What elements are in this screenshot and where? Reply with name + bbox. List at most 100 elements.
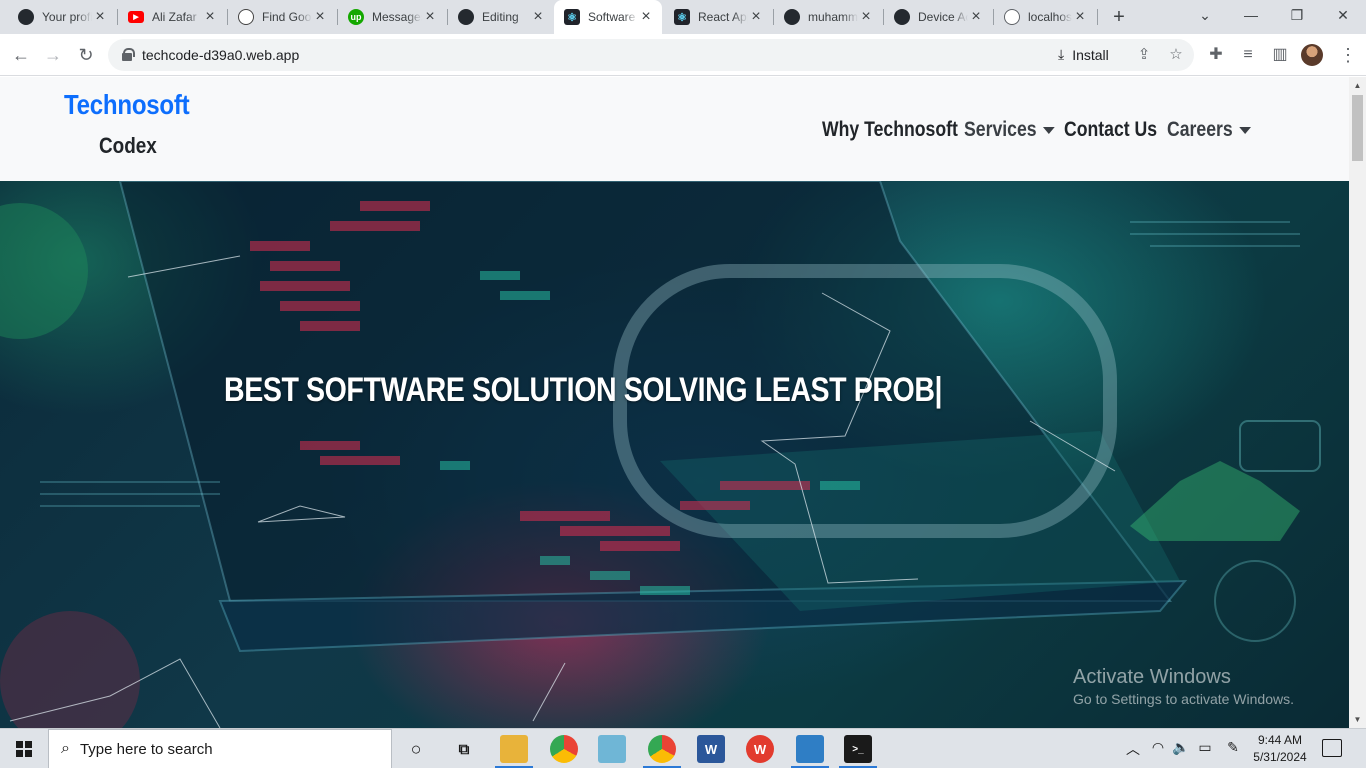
wps-office-icon[interactable]: W — [746, 735, 774, 763]
tab-title: Ali Zafar — [152, 10, 197, 24]
nav-why-technosoft[interactable]: Why Technosoft — [822, 117, 958, 143]
clock-date: 5/31/2024 — [1253, 750, 1307, 764]
chrome-icon[interactable] — [550, 735, 578, 763]
close-tab-icon[interactable]: × — [968, 9, 984, 25]
reload-button[interactable]: ↻ — [73, 42, 99, 68]
nav-label: Contact Us — [1064, 118, 1158, 141]
notepad-icon[interactable] — [598, 735, 626, 763]
scroll-down-arrow-icon[interactable]: ▼ — [1349, 711, 1366, 728]
caret-down-icon — [1043, 126, 1056, 134]
extensions-icon[interactable]: ✚ — [1205, 44, 1227, 66]
watermark-title: Activate Windows — [1073, 666, 1231, 688]
pen-icon[interactable]: ✎ — [1224, 739, 1242, 756]
scroll-up-arrow-icon[interactable]: ▲ — [1349, 77, 1366, 94]
page-scrollbar[interactable]: ▲ ▼ — [1349, 77, 1366, 728]
close-tab-icon[interactable]: × — [638, 9, 654, 25]
nav-label: Careers — [1167, 118, 1233, 141]
taskbar-search-box[interactable]: ⌕ Type here to search — [48, 729, 392, 768]
tab-title: React App — [698, 10, 748, 24]
word-icon[interactable]: W — [697, 735, 725, 763]
file-explorer-icon[interactable] — [500, 735, 528, 763]
url-text[interactable]: techcode-d39a0.web.app — [142, 47, 299, 63]
new-tab-button[interactable]: + — [1108, 6, 1130, 28]
page-viewport: Technosoft Codex Why Technosoft Services… — [0, 77, 1349, 728]
close-tab-icon[interactable]: × — [422, 9, 438, 25]
nav-careers-dropdown[interactable]: Careers — [1167, 117, 1252, 143]
tab-separator — [1097, 9, 1098, 25]
close-tab-icon[interactable]: × — [858, 9, 874, 25]
forward-button[interactable]: → — [40, 42, 66, 68]
side-panel-icon[interactable]: ▥ — [1269, 44, 1291, 66]
browser-tab[interactable]: ▶ Ali Zafar × — [118, 0, 226, 34]
close-tab-icon[interactable]: × — [312, 9, 328, 25]
close-tab-icon[interactable]: × — [748, 9, 764, 25]
clock-time: 9:44 AM — [1257, 733, 1303, 747]
github-icon — [894, 9, 910, 25]
cortana-icon[interactable]: ○ — [402, 735, 430, 763]
volume-icon[interactable]: 🔈 — [1172, 739, 1190, 756]
browser-tab[interactable]: Find Good × — [228, 0, 336, 34]
scrollbar-thumb[interactable] — [1352, 95, 1363, 161]
react-icon: ⚛ — [564, 9, 580, 25]
browser-menu-icon[interactable]: ⋮ — [1339, 44, 1357, 66]
brand-logo-primary[interactable]: Technosoft — [64, 89, 190, 121]
install-app-button[interactable]: ⤓ Install — [1058, 46, 1109, 63]
close-tab-icon[interactable]: × — [92, 9, 108, 25]
show-hidden-icons-chevron-icon[interactable]: ︿ — [1124, 739, 1142, 759]
close-tab-icon[interactable]: × — [1072, 9, 1088, 25]
nav-label: Why Technosoft — [822, 118, 958, 141]
minimize-button[interactable]: — — [1228, 0, 1274, 30]
wifi-icon[interactable]: ◠ — [1149, 739, 1167, 756]
close-tab-icon[interactable]: × — [202, 9, 218, 25]
caret-down-icon — [1239, 126, 1252, 134]
close-window-button[interactable]: ✕ — [1320, 0, 1366, 30]
tab-search-icon[interactable]: ⌄ — [1182, 0, 1228, 30]
share-icon[interactable]: ⇪ — [1134, 45, 1154, 65]
close-tab-icon[interactable]: × — [530, 9, 546, 25]
back-button[interactable]: ← — [8, 42, 34, 68]
nav-services-dropdown[interactable]: Services — [964, 117, 1056, 143]
control-panel-icon[interactable] — [796, 735, 824, 763]
brand-logo-secondary[interactable]: Codex — [99, 133, 157, 159]
start-button[interactable] — [0, 729, 48, 768]
address-bar[interactable]: techcode-d39a0.web.app ⤓ Install ⇪ ☆ — [108, 39, 1194, 71]
browser-tab-strip: Your profile × ▶ Ali Zafar × Find Good ×… — [0, 0, 1366, 34]
hero-background-art — [0, 181, 1321, 728]
profile-avatar[interactable] — [1301, 44, 1323, 66]
media-queue-icon[interactable]: ≡ — [1237, 44, 1259, 66]
bookmark-star-icon[interactable]: ☆ — [1166, 45, 1186, 65]
upwork-icon: up — [348, 9, 364, 25]
browser-tab[interactable]: up Messages × — [338, 0, 446, 34]
nav-contact-us[interactable]: Contact Us — [1064, 117, 1157, 143]
tab-title: Find Good — [262, 10, 312, 24]
task-view-icon[interactable]: ⧉ — [450, 735, 478, 763]
browser-tab-active[interactable]: ⚛ Software × — [554, 0, 662, 34]
browser-tab[interactable]: ⚛ React App × — [664, 0, 772, 34]
browser-tab[interactable]: localhost × — [994, 0, 1096, 34]
battery-icon[interactable]: ▭ — [1196, 739, 1214, 756]
browser-tab[interactable]: Your profile × — [8, 0, 116, 34]
tab-title: Device Activity — [918, 10, 968, 24]
browser-tab[interactable]: Device Activity × — [884, 0, 992, 34]
lock-icon[interactable] — [122, 48, 135, 61]
taskbar-clock[interactable]: 9:44 AM 5/31/2024 — [1252, 732, 1308, 766]
globe-icon — [1004, 9, 1020, 25]
notification-center-icon[interactable] — [1322, 739, 1342, 757]
chrome-profile-icon[interactable] — [648, 735, 676, 763]
watermark-subtitle: Go to Settings to activate Windows. — [1073, 691, 1294, 707]
browser-toolbar: ← → ↻ techcode-d39a0.web.app ⤓ Install ⇪… — [0, 34, 1366, 76]
browser-tab[interactable]: muhammad × — [774, 0, 882, 34]
search-placeholder: Type here to search — [79, 740, 213, 758]
github-icon — [784, 9, 800, 25]
terminal-icon[interactable]: >_ — [844, 735, 872, 763]
restore-button[interactable]: ❐ — [1274, 0, 1320, 30]
windows-taskbar: ⌕ Type here to search ○ ⧉ W W >_ ︿ ◠ 🔈 ▭… — [0, 728, 1366, 768]
tab-title: Messages — [372, 10, 422, 24]
hero-section: BEST SOFTWARE SOLUTION SOLVING LEAST PRO… — [0, 181, 1349, 728]
nav-label: Services — [964, 118, 1037, 141]
search-icon: ⌕ — [61, 740, 70, 757]
windows-logo-icon — [16, 741, 32, 757]
youtube-icon: ▶ — [128, 11, 144, 23]
browser-tab[interactable]: Editing × — [448, 0, 554, 34]
react-icon: ⚛ — [674, 9, 690, 25]
